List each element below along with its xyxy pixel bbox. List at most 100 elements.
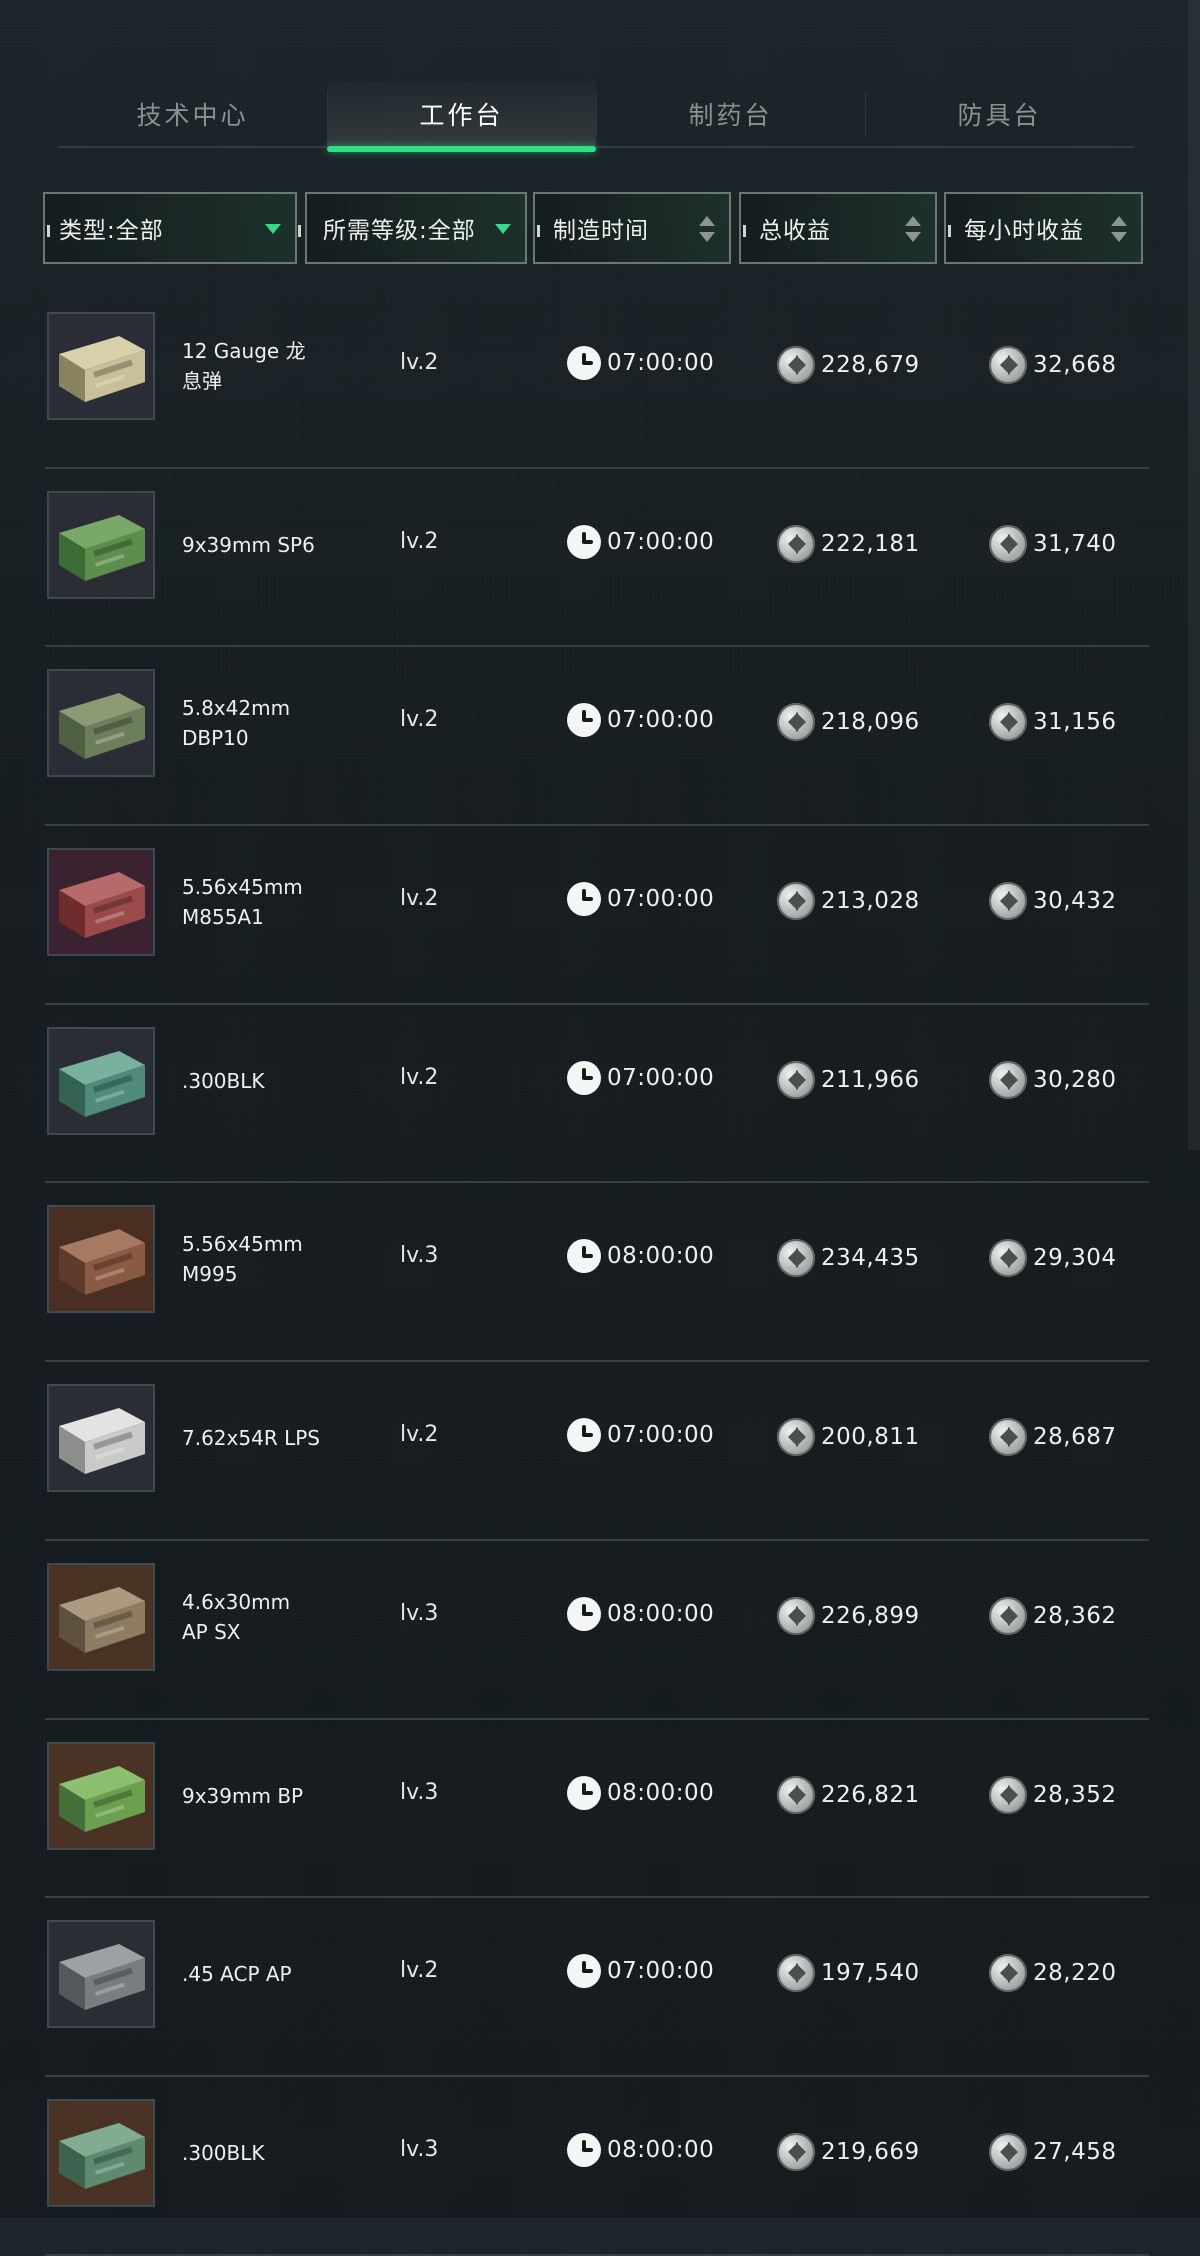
total-revenue: 228,679: [777, 346, 920, 384]
total-revenue: 219,669: [777, 2132, 920, 2171]
tab-bar: 技术中心 工作台 制药台 防具台: [58, 82, 1134, 152]
craft-time-value: 08:00:00: [607, 2136, 715, 2163]
total-revenue: 226,899: [777, 1596, 920, 1635]
item-name: .300BLK: [182, 1045, 322, 1117]
tab-armor-bench[interactable]: 防具台: [865, 82, 1134, 146]
coin-icon: [989, 1060, 1027, 1099]
craft-time-value: 07:00:00: [607, 1064, 715, 1091]
recipe-row[interactable]: 9x39mm BP lv.3 08:00:00 226,821 28,352: [45, 1720, 1149, 1899]
ammo-box-icon: [47, 1026, 155, 1135]
item-name-text: 5.8x42mm DBP10: [182, 696, 291, 751]
total-revenue-value: 197,540: [821, 1960, 920, 1987]
item-name-text: 9x39mm BP: [182, 1783, 304, 1808]
clock-icon: [567, 1060, 601, 1095]
hourly-revenue: 32,668: [989, 346, 1116, 384]
craft-time-value: 08:00:00: [607, 1600, 715, 1627]
level-filter-dropdown[interactable]: 所需等级:全部: [305, 192, 527, 264]
item-name: 5.56x45mm M995: [182, 1223, 322, 1295]
item-name-text: 5.56x45mm M855A1: [182, 875, 303, 930]
required-level: lv.2: [400, 1422, 439, 1448]
scrollbar[interactable]: [1188, 0, 1200, 1150]
required-level: lv.3: [400, 1243, 439, 1269]
craft-time-value: 07:00:00: [607, 1422, 715, 1449]
total-revenue-value: 228,679: [821, 352, 920, 378]
type-filter-dropdown[interactable]: 类型:全部: [43, 192, 301, 264]
total-revenue: 226,821: [777, 1775, 920, 1814]
total-revenue-value: 222,181: [821, 530, 920, 557]
tab-pharmacy[interactable]: 制药台: [596, 82, 865, 146]
recipe-row[interactable]: 9x39mm SP6 lv.2 07:00:00 222,181 31,740: [45, 469, 1149, 648]
sort-arrows-icon: [1111, 216, 1127, 246]
item-name: 7.62x54R LPS: [182, 1402, 322, 1474]
required-level: lv.3: [400, 1779, 439, 1805]
item-name: 12 Gauge 龙息弹: [182, 330, 322, 402]
sort-arrows-icon: [905, 216, 921, 246]
recipe-row[interactable]: 7.62x54R LPS lv.2 07:00:00 200,811 28,68…: [45, 1362, 1149, 1541]
total-revenue-value: 234,435: [821, 1245, 920, 1272]
hourly-revenue-value: 28,362: [1033, 1602, 1117, 1629]
clock-icon: [567, 346, 601, 380]
coin-icon: [777, 2132, 815, 2171]
tab-tech-center[interactable]: 技术中心: [58, 82, 327, 146]
hourly-revenue-value: 29,304: [1033, 1245, 1117, 1272]
hourly-revenue: 28,352: [989, 1775, 1117, 1814]
total-revenue: 218,096: [777, 703, 920, 742]
total-revenue-value: 200,811: [821, 1424, 920, 1451]
hourly-revenue-value: 30,280: [1033, 1066, 1117, 1093]
total-revenue: 200,811: [777, 1418, 920, 1457]
craft-time-value: 07:00:00: [607, 528, 715, 555]
hourly-revenue: 30,432: [989, 882, 1117, 921]
filter-notch: [298, 225, 301, 237]
clock-icon: [567, 703, 601, 738]
hourly-revenue-value: 28,352: [1033, 1781, 1117, 1808]
hourly-revenue: 27,458: [989, 2132, 1116, 2171]
total-revenue-value: 218,096: [821, 709, 920, 736]
hourly-revenue-value: 30,432: [1033, 888, 1117, 915]
recipe-row[interactable]: 12 Gauge 龙息弹 lv.2 07:00:00 228,679 32,66…: [45, 290, 1149, 469]
coin-icon: [777, 703, 815, 742]
item-name-text: 9x39mm SP6: [182, 532, 315, 557]
coin-icon: [989, 346, 1027, 384]
time-sort-button[interactable]: 制造时间: [533, 192, 731, 264]
ammo-box-icon: [47, 312, 155, 420]
craft-time: 08:00:00: [567, 1596, 715, 1631]
craft-time: 07:00:00: [567, 882, 714, 917]
recipe-row[interactable]: 5.56x45mm M995 lv.3 08:00:00 234,435 29,…: [45, 1183, 1149, 1363]
coin-icon: [989, 2132, 1027, 2171]
filter-notch: [743, 225, 746, 237]
craft-time-value: 08:00:00: [607, 1779, 715, 1806]
craft-time: 07:00:00: [567, 1060, 715, 1095]
item-name: 4.6x30mm AP SX: [182, 1581, 322, 1653]
item-name-text: 7.62x54R LPS: [182, 1426, 320, 1451]
coin-icon: [989, 1775, 1027, 1814]
recipe-row[interactable]: .45 ACP AP lv.2 07:00:00 197,540 28,220: [45, 1898, 1149, 2077]
level-filter-label: 所需等级:全部: [323, 218, 476, 244]
required-level: lv.2: [400, 707, 439, 733]
craft-time-value: 08:00:00: [607, 1243, 715, 1270]
hourly-revenue: 28,362: [989, 1596, 1117, 1635]
filter-notch: [948, 225, 951, 237]
total-revenue-value: 213,028: [821, 888, 920, 915]
item-name: 5.8x42mm DBP10: [182, 687, 322, 759]
total-revenue-sort-button[interactable]: 总收益: [739, 192, 937, 264]
recipe-row[interactable]: 5.8x42mm DBP10 lv.2 07:00:00 218,096 31,…: [45, 647, 1149, 827]
hourly-revenue-sort-button[interactable]: 每小时收益: [944, 192, 1143, 264]
recipe-list: 12 Gauge 龙息弹 lv.2 07:00:00 228,679 32,66…: [45, 290, 1149, 2256]
required-level: lv.3: [400, 1600, 439, 1626]
clock-icon: [567, 1418, 601, 1453]
ammo-box-icon: [47, 1384, 155, 1493]
recipe-row[interactable]: 5.56x45mm M855A1 lv.2 07:00:00 213,028 3…: [45, 826, 1149, 1005]
craft-time: 08:00:00: [567, 2132, 715, 2167]
hourly-revenue: 31,740: [989, 524, 1116, 563]
recipe-row[interactable]: .300BLK lv.2 07:00:00 211,966 30,280: [45, 1005, 1149, 1184]
filter-bar: 类型:全部 所需等级:全部 制造时间 总收益 每小时收益: [43, 192, 1143, 268]
clock-icon: [567, 1954, 601, 1989]
tab-workbench[interactable]: 工作台: [327, 82, 596, 152]
recipe-row[interactable]: 4.6x30mm AP SX lv.3 08:00:00 226,899 28,…: [45, 1541, 1149, 1720]
craft-time-value: 07:00:00: [607, 707, 715, 734]
recipe-row[interactable]: .300BLK lv.3 08:00:00 219,669 27,458: [45, 2077, 1149, 2256]
hourly-revenue: 29,304: [989, 1239, 1117, 1278]
item-name-text: 4.6x30mm AP SX: [182, 1589, 291, 1644]
required-level: lv.2: [400, 528, 439, 554]
required-level: lv.2: [400, 1064, 439, 1090]
